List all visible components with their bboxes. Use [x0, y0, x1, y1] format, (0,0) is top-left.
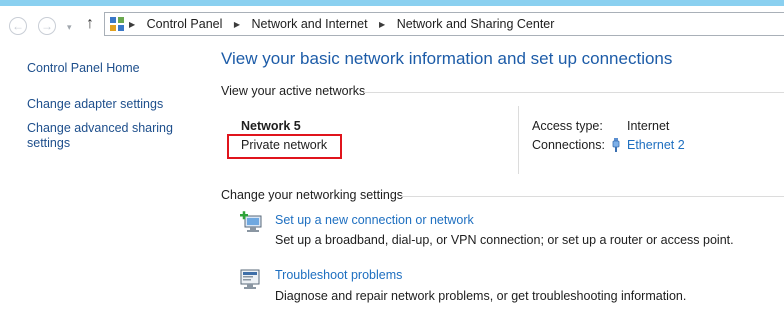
- page-title: View your basic network information and …: [221, 49, 673, 68]
- section-divider: [400, 196, 784, 197]
- sidebar-link-change-advanced-sharing-settings[interactable]: Change advanced sharing settings: [27, 121, 177, 151]
- ethernet-connection-link[interactable]: Ethernet 2: [627, 138, 685, 152]
- breadcrumb: ▶ Control Panel ▶ Network and Internet ▶…: [129, 17, 554, 31]
- access-type-value: Internet: [627, 119, 670, 133]
- network-info-divider: [518, 106, 519, 174]
- access-type-label: Access type:: [532, 119, 603, 133]
- address-bar[interactable]: ▶ Control Panel ▶ Network and Internet ▶…: [104, 12, 784, 36]
- network-name: Network 5: [241, 119, 301, 133]
- setup-connection-description: Set up a broadband, dial-up, or VPN conn…: [275, 233, 734, 247]
- setup-connection-link[interactable]: Set up a new connection or network: [275, 213, 474, 227]
- network-type-link[interactable]: Private network: [241, 138, 327, 152]
- troubleshoot-description: Diagnose and repair network problems, or…: [275, 289, 687, 303]
- breadcrumb-network-and-internet[interactable]: Network and Internet: [252, 17, 368, 31]
- change-settings-label: Change your networking settings: [221, 188, 404, 202]
- forward-button[interactable]: →: [38, 17, 56, 35]
- section-divider: [364, 92, 784, 93]
- sidebar-link-change-adapter-settings[interactable]: Change adapter settings: [27, 97, 207, 112]
- troubleshoot-icon: [240, 269, 260, 289]
- up-arrow-icon: ↑: [86, 15, 94, 32]
- new-connection-icon: [240, 211, 262, 232]
- forward-arrow-icon: →: [41, 19, 53, 33]
- control-panel-icon: [110, 17, 124, 31]
- troubleshoot-problems-link[interactable]: Troubleshoot problems: [275, 268, 402, 282]
- breadcrumb-control-panel[interactable]: Control Panel: [147, 17, 223, 31]
- breadcrumb-separator-icon[interactable]: ▶: [234, 20, 240, 29]
- breadcrumb-separator-icon[interactable]: ▶: [379, 20, 385, 29]
- back-arrow-icon: ←: [12, 19, 24, 33]
- back-button[interactable]: ←: [9, 17, 27, 35]
- sidebar: [0, 40, 216, 327]
- breadcrumb-separator-icon[interactable]: ▶: [129, 20, 135, 29]
- connections-label: Connections:: [532, 138, 605, 152]
- up-button[interactable]: ↑: [86, 15, 94, 33]
- sidebar-link-control-panel-home[interactable]: Control Panel Home: [27, 61, 207, 76]
- active-networks-label: View your active networks: [221, 84, 366, 98]
- ethernet-icon: [612, 138, 620, 152]
- chevron-down-icon: ▾: [67, 22, 72, 32]
- recent-locations-button[interactable]: ▾: [67, 22, 72, 33]
- breadcrumb-network-and-sharing-center[interactable]: Network and Sharing Center: [397, 17, 555, 31]
